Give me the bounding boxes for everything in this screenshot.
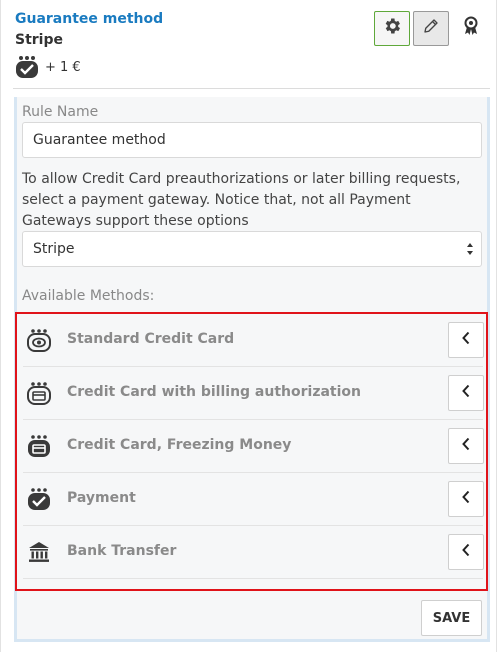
method-label: Credit Card with billing authorization	[67, 384, 361, 400]
gear-icon	[382, 16, 402, 41]
rule-name-input[interactable]: Guarantee method	[22, 122, 482, 158]
rule-card: Guarantee method Stripe + 1 € Rule Name …	[0, 0, 497, 652]
method-toggle-button[interactable]	[448, 375, 484, 411]
payment-check-icon	[27, 487, 53, 511]
settings-button[interactable]	[374, 11, 410, 46]
method-label: Bank Transfer	[67, 543, 177, 559]
rule-title[interactable]: Guarantee method	[15, 11, 163, 27]
method-item-credit-card-billing-authorization: Credit Card with billing authorization	[23, 367, 484, 420]
method-toggle-button[interactable]	[448, 481, 484, 517]
credit-card-freeze-icon	[27, 434, 53, 458]
available-methods-label: Available Methods:	[22, 288, 155, 304]
credit-card-auth-icon	[27, 381, 53, 405]
select-caret-icon	[466, 242, 474, 256]
pencil-icon	[422, 17, 440, 40]
gateway-select-value: Stripe	[33, 241, 75, 257]
rule-header: Guarantee method Stripe + 1 €	[1, 0, 497, 89]
edit-button[interactable]	[413, 11, 449, 46]
rule-gateway: Stripe	[15, 32, 63, 48]
available-methods-list: Standard Credit Card Credit Card with bi…	[15, 312, 488, 591]
method-item-bank-transfer: Bank Transfer	[23, 526, 484, 579]
award-button[interactable]	[454, 11, 488, 46]
gateway-select[interactable]: Stripe	[22, 231, 482, 267]
method-label: Credit Card, Freezing Money	[67, 437, 292, 453]
method-toggle-button[interactable]	[448, 322, 484, 358]
chevron-left-icon	[461, 384, 471, 403]
chevron-left-icon	[461, 490, 471, 509]
method-item-standard-credit-card: Standard Credit Card	[23, 314, 484, 367]
method-toggle-button[interactable]	[448, 428, 484, 464]
chevron-left-icon	[461, 331, 471, 350]
method-label: Standard Credit Card	[67, 331, 235, 347]
gateway-description: To allow Credit Card preauthorizations o…	[22, 171, 461, 229]
method-item-payment: Payment	[23, 473, 484, 526]
bank-icon	[27, 540, 53, 564]
rule-price: + 1 €	[45, 60, 81, 75]
credit-card-eye-icon	[27, 328, 53, 352]
header-divider	[13, 88, 490, 89]
award-ribbon-icon	[462, 16, 480, 41]
method-label: Payment	[67, 490, 136, 506]
save-button[interactable]: SAVE	[421, 600, 482, 636]
method-item-credit-card-freezing-money: Credit Card, Freezing Money	[23, 420, 484, 473]
chevron-left-icon	[461, 437, 471, 456]
rule-name-label: Rule Name	[22, 104, 99, 120]
chevron-left-icon	[461, 543, 471, 562]
method-toggle-button[interactable]	[448, 534, 484, 570]
payment-check-icon	[15, 55, 41, 79]
